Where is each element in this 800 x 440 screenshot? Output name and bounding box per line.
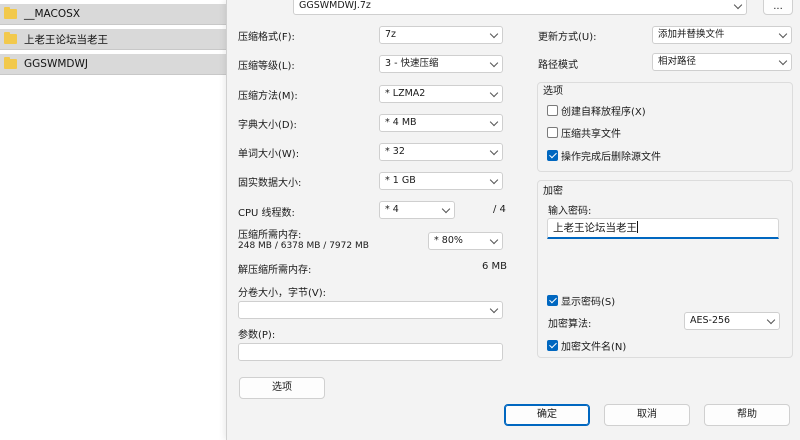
mem-percent-select[interactable]: * 80% [428,232,503,250]
file-name: GGSWMDWJ [24,58,88,70]
show-password-label: 显示密码(S) [561,297,616,308]
browse-button[interactable]: ... [763,0,793,15]
mem-comp-detail: 248 MB / 6378 MB / 7972 MB [238,241,369,251]
mem-decomp-value: 6 MB [482,261,508,272]
path-mode-select[interactable]: 相对路径 [652,53,792,71]
password-label: 输入密码: [548,206,592,217]
encrypt-names-label: 加密文件名(N) [561,342,627,353]
sfx-label: 创建自释放程序(X) [561,107,646,118]
format-label: 压缩格式(F): [238,32,295,43]
cpu-total: / 4 [493,204,506,215]
mem-decomp-label: 解压缩所需内存: [238,265,312,276]
method-select[interactable]: * LZMA2 [379,85,503,103]
checkbox-box [547,105,558,116]
chevron-down-icon [489,304,499,314]
archive-path-combobox[interactable]: GGSWMDWJ.7z [293,0,747,15]
split-select[interactable] [238,301,503,319]
params-input[interactable] [238,343,503,361]
mem-percent-value: * 80% [434,235,463,246]
encrypt-names-checkbox[interactable]: 加密文件名(N) [547,338,626,353]
options-group-title: 选项 [543,86,563,97]
file-name: __MACOSX [24,8,81,20]
chevron-down-icon [489,235,499,245]
dict-value: * 4 MB [385,117,417,128]
checkbox-checked [547,150,558,161]
chevron-down-icon [778,29,788,39]
chevron-down-icon [489,175,499,185]
encryption-method-select[interactable]: AES-256 [684,312,780,330]
list-item[interactable]: GGSWMDWJ [0,54,226,75]
encryption-method-value: AES-256 [690,315,731,326]
dict-select[interactable]: * 4 MB [379,114,503,132]
format-value: 7z [385,29,397,40]
list-item[interactable]: __MACOSX [0,4,226,25]
word-select[interactable]: * 32 [379,143,503,161]
cancel-button[interactable]: 取消 [604,404,690,426]
format-select[interactable]: 7z [379,26,503,44]
show-password-checkbox[interactable]: 显示密码(S) [547,293,615,308]
update-select[interactable]: 添加并替换文件 [652,26,792,44]
chevron-down-icon [489,146,499,156]
dict-label: 字典大小(D): [238,120,297,131]
add-to-archive-dialog: GGSWMDWJ.7z ... 压缩格式(F): 7z 压缩等级(L): 3 -… [226,0,800,440]
file-name: 上老王论坛当老王 [24,33,108,46]
update-value: 添加并替换文件 [658,29,725,40]
shared-checkbox[interactable]: 压缩共享文件 [547,125,621,140]
solid-label: 固实数据大小: [238,178,302,189]
help-button[interactable]: 帮助 [704,404,790,426]
mem-comp-label: 压缩所需内存: [238,230,302,241]
cpu-label: CPU 线程数: [238,208,295,219]
ok-button[interactable]: 确定 [504,404,590,426]
encryption-group-title: 加密 [543,186,563,197]
password-value: 上老王论坛当老王 [553,222,637,234]
checkbox-checked [547,340,558,351]
method-label: 压缩方法(M): [238,91,298,102]
method-value: * LZMA2 [385,88,426,99]
params-label: 参数(P): [238,330,276,341]
word-label: 单词大小(W): [238,149,300,160]
folder-icon [4,57,17,69]
solid-select[interactable]: * 1 GB [379,172,503,190]
file-explorer-list: __MACOSX 上老王论坛当老王 GGSWMDWJ [0,0,226,440]
chevron-down-icon [766,315,776,325]
sfx-checkbox[interactable]: 创建自释放程序(X) [547,103,646,118]
word-value: * 32 [385,146,405,157]
checkbox-box [547,127,558,138]
delete-source-label: 操作完成后删除源文件 [561,152,661,163]
password-input[interactable]: 上老王论坛当老王 [547,218,779,239]
chevron-down-icon [489,88,499,98]
level-select[interactable]: 3 - 快速压缩 [379,55,503,73]
cpu-select[interactable]: * 4 [379,201,455,219]
text-cursor [637,221,638,233]
folder-icon [4,7,17,19]
chevron-down-icon [489,58,499,68]
chevron-down-icon [489,117,499,127]
options-button[interactable]: 选项 [239,377,325,399]
level-value: 3 - 快速压缩 [385,58,439,69]
folder-icon [4,32,17,44]
solid-value: * 1 GB [385,175,416,186]
encryption-method-label: 加密算法: [548,319,592,330]
chevron-down-icon [489,29,499,39]
cpu-value: * 4 [385,204,399,215]
split-label: 分卷大小，字节(V): [238,288,327,299]
shared-label: 压缩共享文件 [561,129,621,140]
update-label: 更新方式(U): [538,32,597,43]
path-mode-label: 路径模式 [538,60,578,71]
list-item[interactable]: 上老王论坛当老王 [0,29,226,50]
level-label: 压缩等级(L): [238,61,295,72]
chevron-down-icon [778,56,788,66]
chevron-down-icon [733,0,743,10]
chevron-down-icon [441,204,451,214]
delete-source-checkbox[interactable]: 操作完成后删除源文件 [547,148,661,163]
path-mode-value: 相对路径 [658,56,697,67]
archive-path-value: GGSWMDWJ.7z [299,0,371,11]
checkbox-checked [547,295,558,306]
